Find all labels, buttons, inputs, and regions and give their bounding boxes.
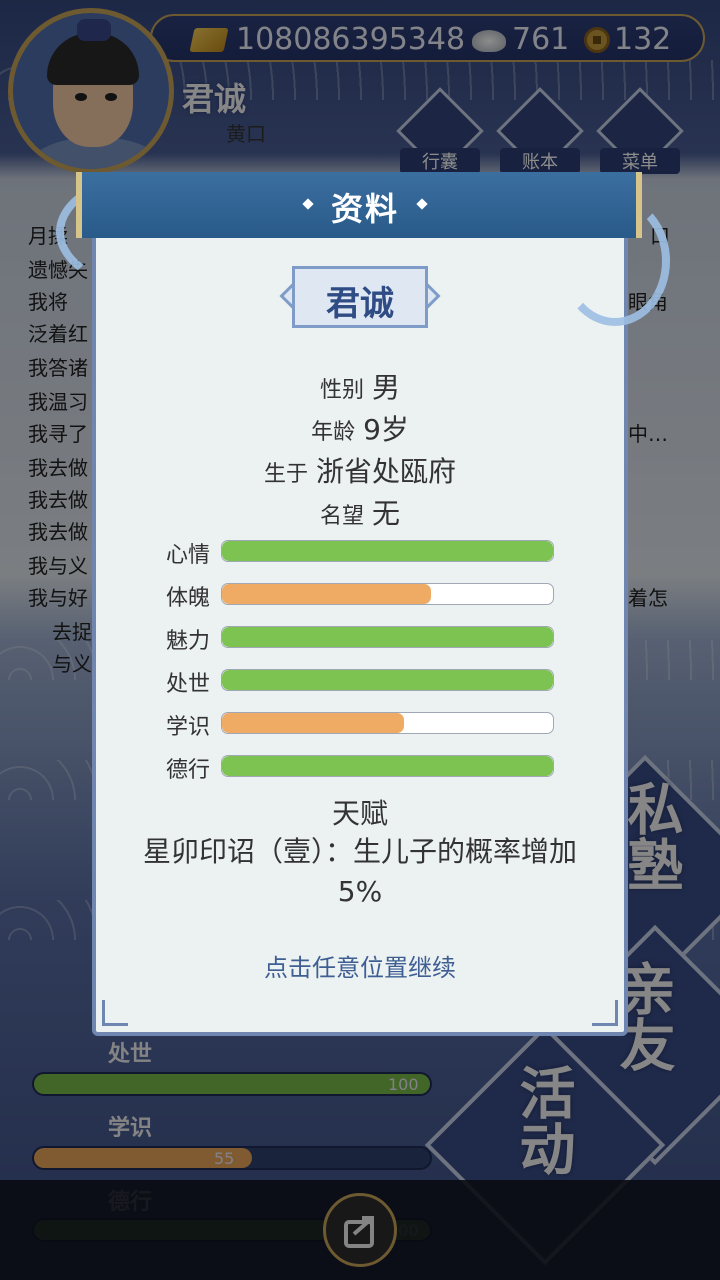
stat-fill xyxy=(222,713,405,733)
reputation-row: 名望无 xyxy=(92,492,628,532)
talent-heading: 天赋 xyxy=(331,797,388,830)
name-plate: 君诚 xyxy=(279,266,441,328)
stat-label-charm: 魅力 xyxy=(166,629,211,654)
stat-fill xyxy=(222,541,553,561)
dialog-header: 资料 xyxy=(76,172,642,238)
gender-row: 性别男 xyxy=(92,366,628,406)
character-name: 君诚 xyxy=(326,284,394,324)
stat-bar-charm xyxy=(221,626,554,648)
age-value: 9岁 xyxy=(363,413,409,446)
corner-ornament xyxy=(592,1000,618,1026)
reputation-value: 无 xyxy=(372,497,401,530)
corner-ornament xyxy=(102,1000,128,1026)
stat-bar-social xyxy=(221,669,554,691)
stat-label-social: 处世 xyxy=(166,672,211,697)
stat-label-mood: 心情 xyxy=(166,543,211,568)
age-label: 年龄 xyxy=(311,420,356,445)
talent-description: 星卯印诏（壹）：生儿子的概率增加5% xyxy=(142,835,577,908)
gender-value: 男 xyxy=(372,371,401,404)
reputation-label: 名望 xyxy=(319,504,364,529)
stat-fill xyxy=(222,670,553,690)
stat-fill xyxy=(222,584,431,604)
birthplace-label: 生于 xyxy=(263,462,308,487)
stat-bar-mood xyxy=(221,540,554,562)
stat-label-knowledge: 学识 xyxy=(166,715,211,740)
age-row: 年龄 9岁 xyxy=(92,408,628,448)
stat-fill xyxy=(222,756,553,776)
stat-bar-virtue xyxy=(221,755,554,777)
continue-hint[interactable]: 点击任意位置继续 xyxy=(92,948,628,983)
stat-fill xyxy=(222,627,553,647)
stat-label-physique: 体魄 xyxy=(166,586,211,611)
birthplace-value: 浙省处瓯府 xyxy=(316,455,457,488)
stat-label-virtue: 德行 xyxy=(166,758,211,783)
stat-bar-knowledge xyxy=(221,712,554,734)
dialog-title: 资料 xyxy=(330,190,399,228)
stat-bar-physique xyxy=(221,583,554,605)
gender-label: 性别 xyxy=(319,378,364,403)
birthplace-row: 生于 浙省处瓯府 xyxy=(92,450,628,490)
